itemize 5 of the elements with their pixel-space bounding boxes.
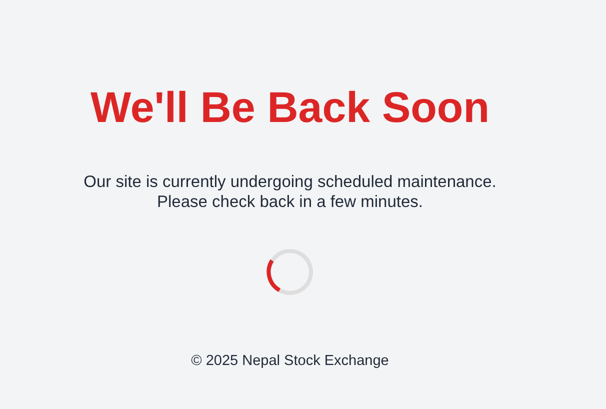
- copyright-text: © 2025 Nepal Stock Exchange: [191, 352, 389, 370]
- message-text: Our site is currently undergoing scheduled maintenance.: [84, 172, 496, 192]
- loading-spinner-icon: [266, 248, 314, 296]
- page-heading: We'll Be Back Soon: [90, 84, 490, 132]
- message-text: Please check back in a few minutes.: [156, 192, 424, 212]
